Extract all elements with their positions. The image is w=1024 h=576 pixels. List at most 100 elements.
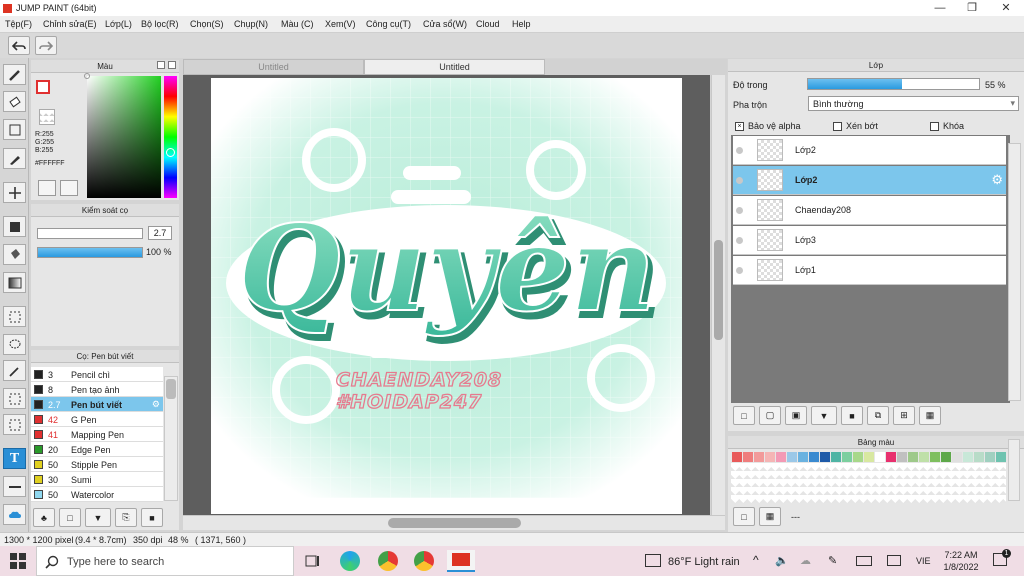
layer-folder-button[interactable]: ■	[841, 406, 863, 425]
brush-item[interactable]: 3 Pencil chì	[31, 367, 163, 382]
palette-swatch[interactable]	[974, 452, 984, 462]
layer-row[interactable]: Lớp2 ⚙	[733, 166, 1006, 195]
delete-layer-button[interactable]: ▦	[919, 406, 941, 425]
transparent-color[interactable]	[39, 109, 55, 125]
fill-rect-tool[interactable]	[3, 216, 26, 237]
layer-merge-button[interactable]: ⊞	[893, 406, 915, 425]
palette-swatch[interactable]	[831, 452, 841, 462]
edge-taskbar-icon[interactable]	[340, 551, 360, 571]
palette-scrollbar[interactable]	[1008, 439, 1020, 501]
redo-button[interactable]	[35, 36, 57, 55]
palette-swatch[interactable]	[897, 452, 907, 462]
layer-row[interactable]: Chaenday208	[733, 196, 1006, 225]
eraser-tool[interactable]	[3, 91, 26, 112]
popout-icon[interactable]	[157, 61, 165, 69]
brush-item[interactable]: 2.7 Pen bút viết ⚙	[31, 397, 163, 412]
palette-swatch[interactable]	[820, 452, 830, 462]
clip-checkbox[interactable]	[833, 121, 842, 131]
visibility-icon[interactable]	[736, 237, 743, 244]
chevron-up-icon[interactable]: ^	[753, 553, 759, 567]
brush-item[interactable]: 41 Mapping Pen	[31, 427, 163, 442]
palette-swatch[interactable]	[809, 452, 819, 462]
menu-window[interactable]: Cửa sổ(W)	[423, 19, 467, 29]
brush-size-value[interactable]: 2.7	[148, 226, 172, 240]
brush-list-scroll-thumb[interactable]	[166, 379, 176, 399]
brush-opacity-slider[interactable]	[37, 247, 143, 258]
brush-item[interactable]: 30 Sumi	[31, 472, 163, 487]
palette-swatch[interactable]	[864, 452, 874, 462]
lasso-tool[interactable]	[3, 334, 26, 355]
gear-icon[interactable]: ⚙	[991, 172, 1003, 188]
bucket-tool[interactable]	[3, 244, 26, 265]
palette-swatch[interactable]	[842, 452, 852, 462]
weather-text[interactable]: 86°F Light rain	[668, 556, 740, 568]
new-brush-button[interactable]: □	[59, 508, 81, 527]
layer-row[interactable]: Lớp3	[733, 226, 1006, 255]
brush-list-scrollbar[interactable]	[164, 376, 178, 501]
brush-item[interactable]: 20 Edge Pen	[31, 442, 163, 457]
delete-swatch-button[interactable]: ▦	[759, 507, 781, 526]
palette-swatch[interactable]	[952, 452, 962, 462]
menu-tools[interactable]: Công cụ(T)	[366, 19, 411, 29]
restore-button[interactable]: ❐	[956, 0, 988, 16]
palette-swatch[interactable]	[908, 452, 918, 462]
menu-color[interactable]: Màu (C)	[281, 19, 314, 29]
visibility-icon[interactable]	[736, 207, 743, 214]
text-tool[interactable]: T	[3, 448, 26, 469]
hue-handle[interactable]	[166, 148, 175, 157]
brush-folder-button[interactable]: ■	[141, 508, 163, 527]
minimize-button[interactable]: —	[924, 0, 956, 16]
canvas-horizontal-scrollbar[interactable]	[183, 515, 725, 530]
palette-swatch[interactable]	[787, 452, 797, 462]
palette-swatch[interactable]	[875, 452, 885, 462]
protect-alpha-checkbox[interactable]: ×	[735, 121, 744, 131]
brush-item[interactable]: 42 G Pen	[31, 412, 163, 427]
blend-mode-select[interactable]: Bình thường ▾	[808, 96, 1019, 111]
brush-copy-button[interactable]: ⎘	[115, 508, 137, 527]
clock[interactable]: 7:22 AM 1/8/2022	[941, 549, 981, 573]
cloud-tool[interactable]	[3, 504, 26, 525]
jump-paint-taskbar-icon[interactable]	[447, 550, 475, 572]
foreground-color[interactable]	[36, 80, 50, 94]
palette-swatch[interactable]	[853, 452, 863, 462]
brush-item[interactable]: 50 Stipple Pen	[31, 457, 163, 472]
palette-swatch[interactable]	[743, 452, 753, 462]
chrome-taskbar-icon-2[interactable]	[414, 551, 434, 571]
notification-icon[interactable]: 1	[993, 549, 1011, 566]
visibility-icon[interactable]	[736, 177, 743, 184]
visibility-icon[interactable]	[736, 267, 743, 274]
menu-filter[interactable]: Bộ lọc(R)	[141, 19, 179, 29]
artboard[interactable]: Quyên Quyên CHAENDAY208 #HOIDAP247	[211, 78, 682, 514]
palette-swatch[interactable]	[941, 452, 951, 462]
select-rect-tool[interactable]	[3, 306, 26, 327]
lock-checkbox[interactable]	[930, 121, 939, 131]
brush-options-button[interactable]: ♣	[33, 508, 55, 527]
layer-add-menu-button[interactable]: ▼	[811, 406, 837, 425]
canvas-vertical-scrollbar[interactable]	[711, 75, 725, 515]
start-button[interactable]	[10, 553, 26, 569]
menu-select[interactable]: Chọn(S)	[190, 19, 224, 29]
pen-tray-icon[interactable]: ✎	[828, 554, 837, 567]
move-tool[interactable]	[3, 182, 26, 203]
cloud-tray-icon[interactable]: ☁	[800, 554, 811, 567]
menu-snap[interactable]: Chụp(N)	[234, 19, 268, 29]
palette-swatch[interactable]	[919, 452, 929, 462]
palette-swatch[interactable]	[963, 452, 973, 462]
select-eraser-tool[interactable]	[3, 414, 26, 435]
brush-size-slider[interactable]	[37, 228, 143, 239]
menu-help[interactable]: Help	[512, 19, 531, 29]
layer-duplicate-button[interactable]: ⧉	[867, 406, 889, 425]
new-adjust-layer-button[interactable]: ▣	[785, 406, 807, 425]
brush-tool[interactable]	[3, 64, 26, 85]
palette-swatch[interactable]	[798, 452, 808, 462]
palette-swatch[interactable]	[930, 452, 940, 462]
layer-row[interactable]: Lớp1	[733, 256, 1006, 285]
palette-swatch[interactable]	[776, 452, 786, 462]
undo-button[interactable]	[8, 36, 30, 55]
select-pen-tool[interactable]	[3, 388, 26, 409]
canvas-vscroll-thumb[interactable]	[714, 240, 723, 340]
menu-layer[interactable]: Lớp(L)	[105, 19, 132, 29]
picker-cursor[interactable]	[84, 73, 90, 79]
magic-wand-tool[interactable]	[3, 360, 26, 381]
saturation-value-picker[interactable]	[84, 73, 161, 198]
